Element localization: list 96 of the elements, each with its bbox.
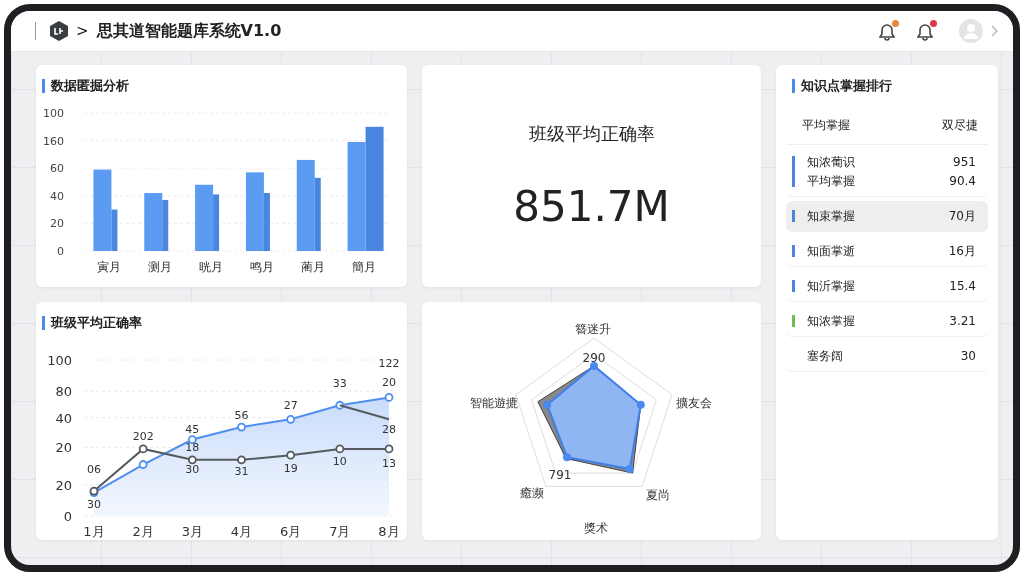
bell-icon bbox=[917, 23, 933, 41]
data-label: 290 bbox=[582, 351, 606, 365]
axis-label: 癒濒 bbox=[520, 486, 544, 500]
axis-label: 寅月 bbox=[97, 260, 122, 274]
data-point bbox=[384, 393, 394, 402]
avatar-icon[interactable] bbox=[959, 19, 983, 43]
topic-name: 知浓葡识 bbox=[807, 154, 855, 170]
axis-label: 20 bbox=[55, 440, 72, 456]
data-point bbox=[187, 455, 197, 465]
data-label: 30 bbox=[185, 463, 200, 477]
data-label: 10 bbox=[332, 455, 347, 469]
card-title: 知识点掌握排行 bbox=[801, 77, 892, 95]
topic-value: 90.4 bbox=[949, 173, 976, 189]
axis-label: 3月 bbox=[181, 524, 203, 539]
axis-label: 簡月 bbox=[351, 260, 376, 274]
ranking-row[interactable]: 知浓掌握 3.21 bbox=[786, 306, 988, 337]
axis-label: 100 bbox=[44, 107, 64, 120]
axis-label: 0 bbox=[63, 509, 72, 524]
data-label: 202 bbox=[132, 430, 154, 444]
axis-label: 鸣月 bbox=[249, 260, 274, 274]
chevron-right-icon[interactable] bbox=[991, 25, 999, 37]
axis-label: 夏尚 bbox=[646, 488, 670, 502]
axis-label: 蔺月 bbox=[300, 260, 325, 274]
topic-value: 30 bbox=[960, 348, 976, 364]
axis-label: 80 bbox=[55, 384, 72, 400]
axis-label: 7月 bbox=[329, 524, 351, 539]
axis-label: 160 bbox=[44, 134, 64, 148]
line-series bbox=[338, 404, 390, 421]
app-title: 思其道智能题库系统V1.0 bbox=[96, 20, 282, 42]
topic-name: 知沂掌握 bbox=[807, 278, 855, 294]
ranking-row[interactable]: 知面掌逝 16月 bbox=[786, 236, 988, 267]
topic-value: 70月 bbox=[948, 208, 976, 224]
logo-icon bbox=[50, 21, 68, 41]
column-header: 平均掌握 bbox=[802, 117, 850, 134]
data-label: 19 bbox=[283, 461, 298, 475]
axis-label: 智能遊摝 bbox=[470, 396, 518, 410]
data-point bbox=[187, 435, 197, 444]
data-label: 06 bbox=[87, 463, 101, 477]
data-point bbox=[138, 444, 148, 454]
data-point bbox=[237, 455, 246, 465]
axis-label: 擴友会 bbox=[676, 396, 712, 410]
ranking-row[interactable]: 知束掌握 70月 bbox=[786, 201, 988, 232]
data-label: 18 bbox=[185, 441, 200, 455]
axis-label: 20 bbox=[55, 477, 72, 493]
data-point bbox=[138, 460, 148, 469]
topic-value: 15.4 bbox=[949, 278, 976, 294]
data-label: 31 bbox=[234, 464, 249, 478]
data-point bbox=[384, 444, 394, 454]
data-label: 27 bbox=[283, 399, 298, 413]
topic-value: 951 bbox=[953, 154, 976, 170]
axis-label: 测月 bbox=[148, 260, 173, 274]
data-label: 45 bbox=[185, 422, 200, 436]
axis-label: 1月 bbox=[83, 524, 105, 539]
ranking-row[interactable]: 知浓葡识 951 平均掌握 90.4 bbox=[786, 147, 988, 197]
card-title: 班级平均正确率 bbox=[51, 314, 142, 332]
data-label: 30 bbox=[87, 497, 101, 511]
data-point bbox=[286, 414, 296, 424]
axis-label: 40 bbox=[55, 410, 72, 426]
axis-label: 4月 bbox=[230, 524, 253, 539]
data-label: 28 bbox=[382, 422, 396, 436]
axis-label: 6月 bbox=[280, 524, 302, 539]
data-point bbox=[286, 450, 296, 460]
axis-label: 獎术 bbox=[584, 521, 608, 535]
topic-name: 平均掌握 bbox=[807, 173, 855, 189]
axis-label: 0 bbox=[57, 245, 64, 258]
topic-value: 3.21 bbox=[949, 313, 976, 329]
data-label: 33 bbox=[332, 377, 347, 391]
axis-label: 100 bbox=[47, 353, 72, 368]
axis-label: 8月 bbox=[378, 524, 400, 539]
ranking-row[interactable]: 塞务阔 30 bbox=[786, 341, 988, 372]
topic-value: 16月 bbox=[948, 243, 976, 259]
column-header: 双尽捷 bbox=[942, 117, 978, 134]
topic-name: 知束掌握 bbox=[807, 208, 855, 224]
bell-icon bbox=[879, 23, 895, 41]
axis-label: 40 bbox=[50, 189, 64, 203]
data-label: 20 bbox=[382, 375, 396, 389]
axis-label: 簪迷升 bbox=[575, 322, 611, 336]
data-point bbox=[335, 444, 345, 454]
card-title: 数据匿掘分析 bbox=[51, 77, 129, 95]
axis-label: 晄月 bbox=[199, 260, 224, 274]
data-label: 122 bbox=[378, 357, 400, 371]
data-point bbox=[237, 422, 246, 432]
stat-value: 851.7M bbox=[513, 181, 670, 231]
stat-title: 班级平均正确率 bbox=[528, 121, 655, 146]
topic-name: 知浓掌握 bbox=[807, 313, 855, 329]
breadcrumb-separator: > bbox=[76, 22, 89, 40]
axis-label: 2月 bbox=[132, 524, 154, 539]
topic-name: 塞务阔 bbox=[807, 348, 843, 364]
axis-label: 20 bbox=[50, 217, 64, 231]
data-label: 56 bbox=[234, 408, 249, 422]
data-label: 791 bbox=[548, 468, 572, 482]
topic-name: 知面掌逝 bbox=[807, 243, 855, 259]
axis-label: 60 bbox=[50, 162, 64, 176]
data-point bbox=[335, 400, 345, 410]
data-label: 13 bbox=[382, 456, 396, 470]
ranking-row[interactable]: 知沂掌握 15.4 bbox=[786, 271, 988, 302]
